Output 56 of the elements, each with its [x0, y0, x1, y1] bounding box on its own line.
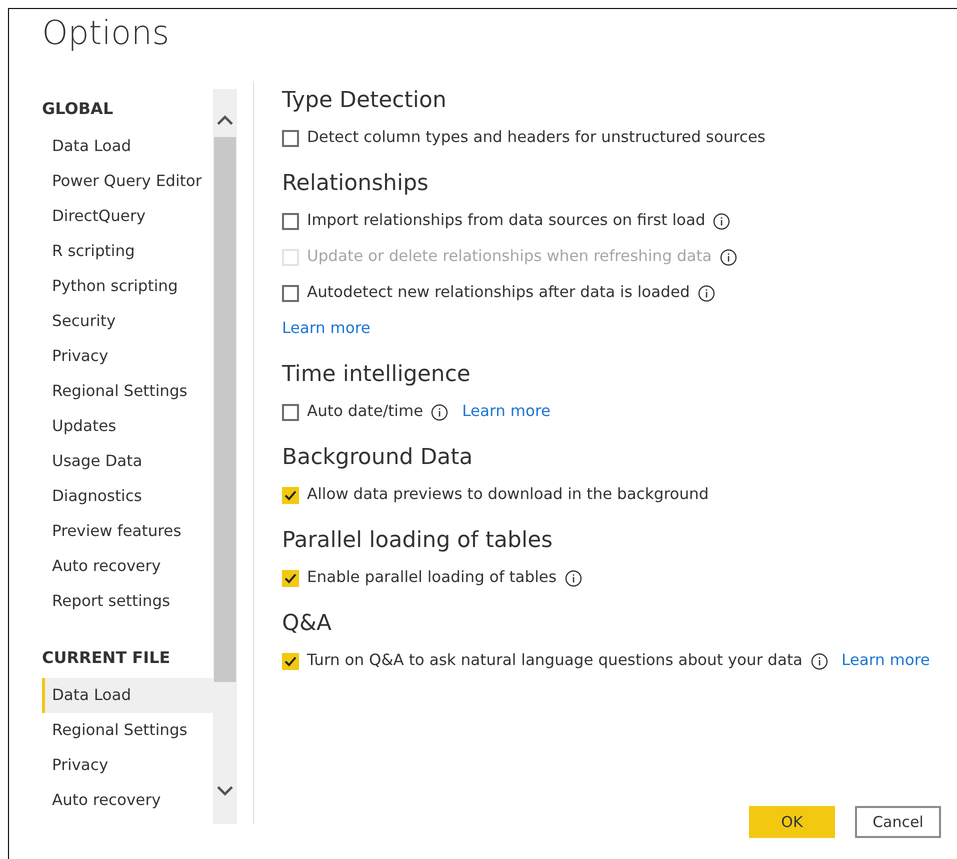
checkbox[interactable] — [282, 404, 299, 420]
section-title: Q&A — [282, 610, 332, 638]
nav-item[interactable]: Regional Settings — [42, 374, 213, 409]
learn-more-link[interactable]: Learn more — [842, 649, 930, 673]
ok-button[interactable]: OK — [749, 806, 835, 838]
checkbox[interactable] — [282, 486, 299, 504]
nav-item[interactable]: Regional Settings — [42, 713, 213, 748]
option-label: Turn on Q&A to ask natural language questions about your data — [307, 650, 803, 672]
checkbox[interactable] — [282, 652, 299, 670]
option-label: Enable parallel loading of tables — [307, 567, 557, 588]
section-heading: CURRENT FILE — [42, 647, 172, 669]
option-label: Autodetect new relationships after data is loaded — [307, 282, 690, 304]
info-icon[interactable] — [564, 570, 582, 586]
checkbox[interactable] — [282, 212, 299, 230]
nav-item[interactable]: Report settings — [42, 584, 213, 619]
learn-more-link[interactable]: Learn more — [462, 400, 551, 424]
option-label: Allow data previews to download in the background — [307, 484, 709, 506]
window-title: Options — [42, 13, 170, 53]
nav-item[interactable]: R scripting — [42, 234, 213, 269]
nav-item[interactable]: Usage Data — [42, 444, 213, 479]
scrollbar[interactable] — [213, 89, 237, 824]
chevron-up-icon[interactable] — [217, 115, 233, 125]
info-icon[interactable] — [431, 404, 448, 420]
section-title: Type Detection — [282, 87, 446, 115]
section-title: Background Data — [282, 444, 473, 472]
option-label: Update or delete relationships when refreshing data — [307, 246, 712, 268]
scrollbar-thumb[interactable] — [214, 137, 236, 682]
info-icon[interactable] — [698, 284, 715, 302]
nav-item[interactable]: Data Load — [42, 678, 213, 713]
nav-item[interactable]: Python scripting — [42, 269, 213, 304]
section-title: Relationships — [282, 170, 429, 198]
nav-item[interactable]: Auto recovery — [42, 783, 213, 818]
nav-item[interactable]: Privacy — [42, 748, 213, 783]
section-title: Parallel loading of tables — [282, 527, 553, 555]
section-title: Time intelligence — [282, 361, 470, 389]
nav-item[interactable]: Data Load — [42, 129, 213, 164]
chevron-down-icon[interactable] — [217, 786, 233, 796]
nav-item[interactable]: Auto recovery — [42, 549, 213, 584]
info-icon[interactable] — [713, 212, 730, 230]
section-heading: GLOBAL — [42, 98, 114, 120]
nav-item[interactable]: DirectQuery — [42, 199, 213, 234]
nav-item[interactable]: Diagnostics — [42, 479, 213, 514]
nav-item[interactable]: Privacy — [42, 339, 213, 374]
checkbox[interactable] — [282, 130, 299, 146]
cancel-button[interactable]: Cancel — [855, 806, 941, 838]
nav-item[interactable]: Updates — [42, 409, 213, 444]
nav-item[interactable]: Power Query Editor — [42, 164, 213, 199]
info-icon[interactable] — [810, 652, 828, 670]
nav-item[interactable]: Security — [42, 304, 213, 339]
nav-item[interactable]: Preview features — [42, 514, 213, 549]
checkbox[interactable] — [282, 284, 299, 302]
option-label: Auto date/time — [307, 401, 424, 422]
learn-more-link[interactable]: Learn more — [282, 317, 370, 341]
option-label: Import relationships from data sources on first load — [307, 210, 706, 232]
checkbox[interactable] — [282, 570, 299, 586]
option-label: Detect column types and headers for unstructured sources — [307, 127, 766, 148]
